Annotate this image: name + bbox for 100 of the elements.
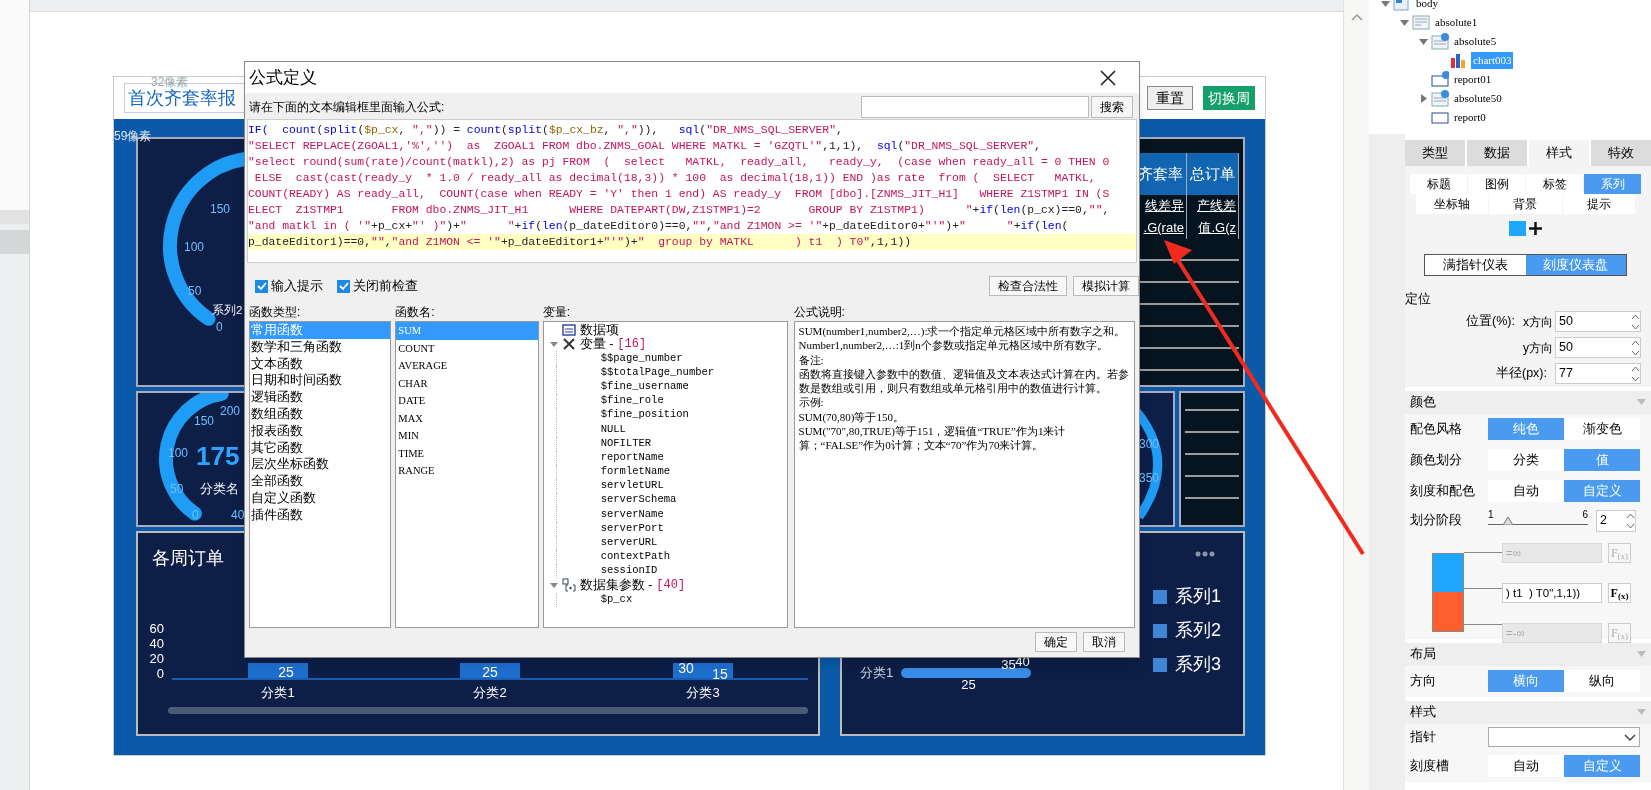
formula-editor[interactable]: IF( count(split($p_cx, ",")) = count(split($p_cx_bz, ",")), sql("DR_NMS_SQL_SERVER", "SELECT REPLACE(ZGOAL1,'%','') as ZGOAL1 FROM dbo.ZNMS_GOAL WHERE MATKL = 'GZQTL'",1,1), sql("DR_NMS_SQL_SERVER", "select round(sum(rate)/count(matkl),2) as pj FROM ( select MATKL, ready_all, ready_y, (case when ready_all = 0 THEN 0 ELSE cast(cast(ready_y * 1.0 / ready_all as decimal(18,3)) * 100 as decimal(18,1)) END )as rate from ( SELECT MATKL, COUNT(READY) AS ready_all, COUNT(case when READY = 'Y' then 1 end) AS ready_y FROM [dbo].[ZNMS_JIT_H1] WHERE Z1STMP1 IN (S ELECT Z1STMP1 FROM dbo.ZNMS_JIT_H1 WHERE DATEPART(DW,Z1STMP1)=2 GROUP BY Z1STMP1) "+if(len(p_cx)==0,"", "and matkl in ( '"+p_cx+"' )")+" "+if(len(p_dateEditor0)==0,"","and Z1MON >= '"+p_dateEditor0+"'")+" "+if(len( p_dateEditor1)==0,"","and Z1MON <= '"+p_dateEditor1+"'")+" group by MATKL ) t1 ) T0",1,1)) xyxy=(247,119,1137,263)
list-item[interactable]: 数学和三角函数 xyxy=(250,338,391,356)
list-item[interactable]: CHAR xyxy=(396,374,538,392)
sub-tab[interactable]: 图例 xyxy=(1468,174,1525,194)
slider-min: 1 xyxy=(1488,507,1494,522)
tree-item[interactable]: absolute1 xyxy=(1433,14,1480,31)
tree-item[interactable]: serverPort xyxy=(600,520,664,537)
linked-report-icon xyxy=(1431,71,1449,88)
tab[interactable]: 样式 xyxy=(1529,140,1589,166)
category-label: 分类1 xyxy=(261,685,295,700)
tree-item[interactable]: contextPath xyxy=(600,549,670,565)
checkbox[interactable] xyxy=(337,279,350,293)
segment-option[interactable]: 渐变色 xyxy=(1564,418,1640,441)
color-stage[interactable] xyxy=(1433,592,1463,631)
segment-option[interactable]: 纵向 xyxy=(1564,670,1640,693)
spinner-icon[interactable] xyxy=(1631,364,1640,383)
tree-item[interactable]: serverURL xyxy=(600,535,658,551)
list-item[interactable]: 自定义函数 xyxy=(250,489,391,507)
tab[interactable]: 数据 xyxy=(1467,140,1527,166)
section-header: 样式 xyxy=(1410,703,1436,721)
close-icon[interactable] xyxy=(1099,68,1117,87)
cancel-button[interactable]: 取消 xyxy=(1083,632,1125,652)
color-stage[interactable] xyxy=(1433,553,1463,593)
formula-button[interactable]: F$_{(x)}$ xyxy=(1608,582,1631,603)
search-button[interactable]: 搜索 xyxy=(1091,96,1133,118)
list-item[interactable]: 报表函数 xyxy=(250,422,391,440)
tree-item[interactable]: report01 xyxy=(1452,71,1494,88)
search-field[interactable] xyxy=(861,96,1089,118)
toolbar-button[interactable]: 检查合法性 xyxy=(989,276,1067,296)
tree-item[interactable]: absolute5 xyxy=(1452,33,1499,50)
list-item[interactable]: DATE xyxy=(396,392,538,410)
sub-tab[interactable]: 提示 xyxy=(1562,194,1635,214)
tree-item[interactable]: serverName xyxy=(600,506,664,523)
tree-item[interactable]: servletURL xyxy=(600,478,664,495)
reset-button[interactable]: 重置 xyxy=(1147,86,1193,110)
description-text: 函数将直接键入参数中的数值、逻辑值及文本表达式计算在内。若参数是数组或引用，则只有数组或单元格引用中的数值进行计算。 xyxy=(798,366,1130,396)
list-item[interactable]: MIN xyxy=(396,427,538,445)
scroll-up-icon[interactable] xyxy=(1349,12,1364,22)
tree-item[interactable]: NOFILTER xyxy=(600,435,652,452)
sub-tab[interactable]: 坐标轴 xyxy=(1416,194,1489,214)
list-item[interactable]: 其它函数 xyxy=(250,439,391,457)
confirm-button[interactable]: 确定 xyxy=(1035,632,1077,652)
list-item[interactable]: 全部函数 xyxy=(250,473,391,490)
list-item[interactable]: AVERAGE xyxy=(396,357,538,375)
list-item[interactable]: TIME xyxy=(396,444,538,462)
caret-right-icon[interactable] xyxy=(1419,94,1428,103)
pane-header: 变量: xyxy=(542,304,572,321)
sub-tab[interactable]: 标题 xyxy=(1410,174,1467,194)
caret-down-icon[interactable] xyxy=(1419,37,1428,46)
tree-item[interactable]: body xyxy=(1414,0,1440,12)
number-field[interactable]: 50 xyxy=(1555,311,1641,333)
tab[interactable]: 特效 xyxy=(1591,140,1651,166)
segment-option[interactable]: 分类 xyxy=(1488,449,1564,472)
list-item[interactable]: MAX xyxy=(396,409,538,427)
list-item[interactable]: 插件函数 xyxy=(250,506,391,524)
tree-item[interactable]: NULL xyxy=(600,421,626,438)
tree-item[interactable]: serverSchema xyxy=(600,492,677,509)
tree-item[interactable]: reportName xyxy=(600,449,664,466)
list-item[interactable]: 层次坐标函数 xyxy=(250,456,391,474)
list-item[interactable]: 日期和时间函数 xyxy=(250,372,391,390)
list-item[interactable]: 文本函数 xyxy=(250,355,391,373)
tree-item[interactable]: formletName xyxy=(600,464,670,480)
spinner-icon[interactable] xyxy=(1626,511,1635,530)
table-cell-text: 产线差 xyxy=(1197,197,1236,215)
tree-item[interactable]: $$totalPage_number xyxy=(600,364,715,381)
segment-option[interactable]: 自动 xyxy=(1488,755,1564,778)
slider-thumb[interactable] xyxy=(1503,516,1513,525)
tree-item[interactable]: $$page_number xyxy=(600,350,683,367)
segment-option[interactable]: 自动 xyxy=(1488,480,1564,503)
tick-label: 150 xyxy=(194,414,215,428)
spinner-icon[interactable] xyxy=(1631,312,1640,331)
spinner-icon[interactable] xyxy=(1631,338,1640,357)
segment-option[interactable]: 满指针仪表 xyxy=(1425,255,1526,275)
caret-down-icon[interactable] xyxy=(549,581,558,590)
tree-item[interactable]: absolute50 xyxy=(1452,90,1504,107)
caret-down-icon[interactable] xyxy=(1400,18,1409,27)
sub-tab[interactable]: 标签 xyxy=(1526,174,1583,194)
list-item[interactable]: 数组函数 xyxy=(250,406,391,423)
number-field[interactable]: 77 xyxy=(1555,363,1641,385)
list-item[interactable]: COUNT xyxy=(396,339,538,357)
list-item[interactable]: 逻辑函数 xyxy=(250,389,391,406)
stage-bound-field[interactable]: ) t1 ) T0",1,1)) xyxy=(1502,582,1602,603)
tree-item[interactable]: $fine_role xyxy=(600,393,664,409)
field-label: 刻度和配色 xyxy=(1410,482,1476,500)
legend-swatch xyxy=(1153,657,1167,672)
caret-down-icon[interactable] xyxy=(549,340,558,349)
plus-icon[interactable] xyxy=(1527,220,1543,236)
number-field[interactable]: 2 xyxy=(1596,509,1636,532)
data-label: 25 xyxy=(482,664,498,680)
number-field[interactable]: 50 xyxy=(1555,337,1641,359)
tree-item[interactable]: $fine_position xyxy=(600,407,689,424)
tab[interactable]: 类型 xyxy=(1405,140,1465,166)
checkbox[interactable] xyxy=(255,279,268,293)
sub-tab[interactable]: 背景 xyxy=(1489,194,1562,214)
list-item[interactable]: RANGE xyxy=(396,462,538,480)
color-swatch[interactable] xyxy=(1508,220,1526,236)
caret-down-icon[interactable] xyxy=(1381,0,1390,8)
toolbar-button[interactable]: 模拟计算 xyxy=(1073,276,1139,296)
tree-item[interactable]: report0 xyxy=(1452,109,1488,126)
tree-item[interactable]: $fine_username xyxy=(600,378,689,395)
